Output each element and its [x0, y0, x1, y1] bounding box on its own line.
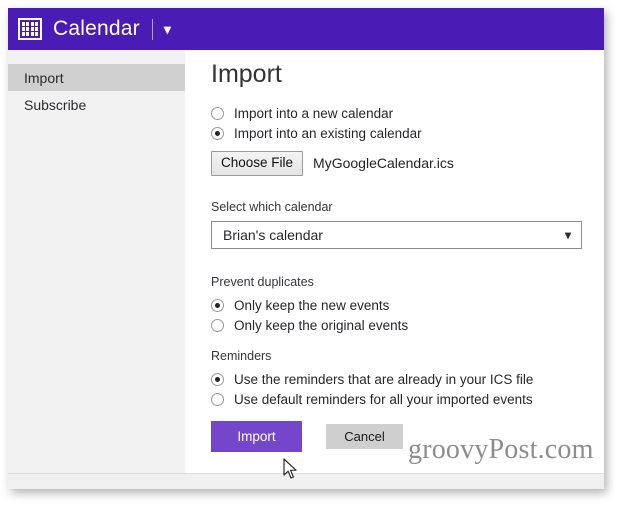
radio-import-new-calendar[interactable]: Import into a new calendar — [211, 104, 422, 123]
radio-label: Import into a new calendar — [234, 106, 394, 121]
calendar-select-value: Brian's calendar — [223, 227, 323, 243]
radio-icon[interactable] — [211, 107, 224, 120]
calendar-icon — [18, 18, 42, 40]
file-picker-row: Choose File MyGoogleCalendar.ics — [211, 151, 454, 176]
sidebar-item-subscribe[interactable]: Subscribe — [8, 91, 185, 118]
radio-label: Import into an existing calendar — [234, 126, 422, 141]
window-body: Import Subscribe Import Import into a ne… — [8, 50, 604, 489]
sidebar-item-label: Import — [24, 69, 64, 86]
page-title: Import — [211, 60, 282, 88]
radio-keep-original-events[interactable]: Only keep the original events — [211, 316, 408, 335]
action-buttons: Import Cancel — [211, 421, 403, 452]
calendar-select-group: Select which calendar Brian's calendar ▾ — [211, 200, 582, 249]
radio-icon-selected[interactable] — [211, 299, 224, 312]
radio-use-ics-reminders[interactable]: Use the reminders that are already in yo… — [211, 370, 533, 389]
radio-label: Only keep the new events — [234, 298, 390, 313]
chevron-down-icon[interactable]: ▾ — [164, 22, 171, 36]
selected-file-name: MyGoogleCalendar.ics — [313, 155, 454, 172]
radio-import-existing-calendar[interactable]: Import into an existing calendar — [211, 124, 422, 143]
window-titlebar: Calendar ▾ — [8, 8, 604, 50]
calendar-select-label: Select which calendar — [211, 200, 333, 214]
radio-icon[interactable] — [211, 393, 224, 406]
import-button[interactable]: Import — [211, 421, 302, 452]
sidebar: Import Subscribe — [8, 50, 185, 474]
choose-file-button[interactable]: Choose File — [211, 151, 304, 176]
reminders-label: Reminders — [211, 349, 272, 363]
radio-icon-selected[interactable] — [211, 373, 224, 386]
radio-label: Only keep the original events — [234, 318, 409, 333]
prevent-duplicates-label: Prevent duplicates — [211, 275, 314, 289]
radio-icon[interactable] — [211, 319, 224, 332]
main-content: Import Import into a new calendar Import… — [185, 50, 604, 474]
reminders-group: Reminders Use the reminders that are alr… — [211, 349, 533, 410]
sidebar-item-label: Subscribe — [24, 96, 87, 113]
calendar-import-window: Calendar ▾ Import Subscribe Import Impor… — [8, 8, 604, 489]
sidebar-item-import[interactable]: Import — [8, 64, 185, 91]
import-mode-group: Import into a new calendar Import into a… — [211, 104, 422, 144]
radio-label: Use the reminders that are already in yo… — [234, 372, 534, 387]
screenshot-root: Calendar ▾ Import Subscribe Import Impor… — [0, 0, 632, 509]
calendar-select[interactable]: Brian's calendar ▾ — [211, 221, 582, 249]
window-footer — [8, 473, 604, 489]
radio-keep-new-events[interactable]: Only keep the new events — [211, 296, 408, 315]
cancel-button[interactable]: Cancel — [326, 424, 403, 449]
radio-icon-selected[interactable] — [211, 127, 224, 140]
prevent-duplicates-group: Prevent duplicates Only keep the new eve… — [211, 275, 408, 336]
chevron-down-icon: ▾ — [564, 228, 571, 242]
app-title: Calendar — [53, 17, 140, 40]
radio-label: Use default reminders for all your impor… — [234, 392, 533, 407]
radio-use-default-reminders[interactable]: Use default reminders for all your impor… — [211, 390, 533, 409]
title-divider — [151, 18, 153, 40]
